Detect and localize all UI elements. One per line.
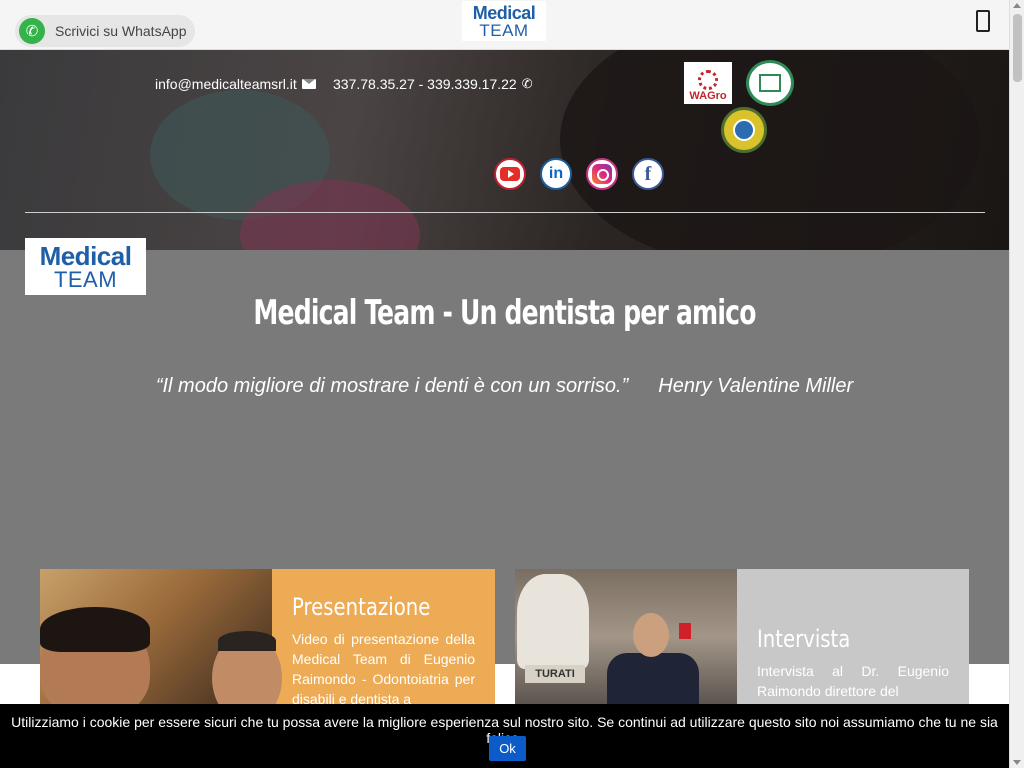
seal-emblem-icon	[733, 119, 755, 141]
statue-plaque: TURATI	[525, 665, 585, 683]
contact-phone-link[interactable]: 337.78.35.27 - 339.339.17.22 ✆	[333, 76, 533, 92]
contact-phone: 337.78.35.27 - 339.339.17.22	[333, 76, 517, 92]
interview-photo[interactable]: TURATI	[515, 569, 737, 704]
page-title: Medical Team - Un dentista per amico	[253, 293, 756, 333]
card-title[interactable]: Intervista	[757, 625, 914, 653]
mail-icon	[301, 79, 316, 89]
scroll-down-arrow-icon[interactable]	[1013, 760, 1021, 765]
card-description: Video di presentazione della Medical Tea…	[292, 631, 475, 704]
whatsapp-icon: ✆	[19, 18, 45, 44]
instagram-camera-icon	[592, 164, 612, 184]
phone-icon: ✆	[521, 76, 533, 91]
wall-sign	[679, 623, 691, 639]
menu-icon[interactable]	[976, 10, 990, 32]
wagro-text: WAGro	[689, 90, 727, 102]
instagram-icon[interactable]	[586, 158, 618, 190]
logo-medical-text: Medical	[472, 2, 536, 23]
presentation-photo[interactable]	[40, 569, 282, 704]
wagro-logo-icon	[698, 70, 718, 90]
quote: “Il modo migliore di mostrare i denti è …	[0, 375, 1009, 398]
youtube-play-icon	[500, 167, 520, 181]
contact-email: info@medicalteamsrl.it	[155, 76, 297, 92]
academy-building-icon	[759, 74, 781, 92]
whatsapp-button[interactable]: ✆ Scrivici su WhatsApp	[15, 15, 195, 47]
wagro-badge[interactable]: WAGro	[684, 62, 732, 104]
scroll-up-arrow-icon[interactable]	[1013, 3, 1021, 8]
world-academy-medicine-badge[interactable]	[746, 60, 794, 106]
statue-bust	[517, 574, 589, 669]
card-title[interactable]: Presentazione	[292, 593, 442, 621]
top-bar: ✆ Scrivici su WhatsApp Medical TEAM	[0, 0, 1009, 50]
association-seal-badge[interactable]	[721, 107, 767, 153]
interview-card-text: Intervista Intervista al Dr. Eugenio Rai…	[737, 569, 969, 704]
facebook-icon[interactable]: f	[632, 158, 664, 190]
card-description: Intervista al Dr. Eugenio Raimondo diret…	[757, 663, 949, 699]
person-face	[633, 613, 669, 657]
content-logo-medical-text: Medical	[39, 240, 132, 271]
presentation-card-text: Presentazione Video di presentazione del…	[272, 569, 495, 704]
logo-team-text: TEAM	[479, 20, 529, 40]
header-logo[interactable]: Medical TEAM	[462, 1, 546, 41]
quote-author: Henry Valentine Miller	[658, 375, 854, 397]
cookie-banner: Utilizziamo i cookie per essere sicuri c…	[0, 704, 1009, 768]
person-hair	[218, 631, 276, 651]
youtube-icon[interactable]	[494, 158, 526, 190]
whatsapp-label: Scrivici su WhatsApp	[55, 23, 187, 39]
interview-card[interactable]: TURATI Intervista Intervista al Dr. Euge…	[515, 569, 969, 704]
cookie-ok-button[interactable]: Ok	[489, 736, 526, 761]
quote-text: “Il modo migliore di mostrare i denti è …	[155, 375, 629, 397]
person-hair	[40, 607, 150, 652]
linkedin-icon[interactable]: in	[540, 158, 572, 190]
content-logo[interactable]: Medical TEAM	[25, 238, 146, 295]
presentation-card[interactable]: Presentazione Video di presentazione del…	[40, 569, 495, 704]
hero-divider	[25, 212, 985, 213]
scrollbar[interactable]	[1009, 0, 1024, 768]
hero-banner: info@medicalteamsrl.it 337.78.35.27 - 33…	[0, 50, 1009, 250]
content-logo-team-text: TEAM	[53, 266, 118, 292]
person-body	[607, 653, 699, 704]
contact-email-link[interactable]: info@medicalteamsrl.it	[155, 76, 316, 92]
scrollbar-thumb[interactable]	[1013, 14, 1022, 82]
